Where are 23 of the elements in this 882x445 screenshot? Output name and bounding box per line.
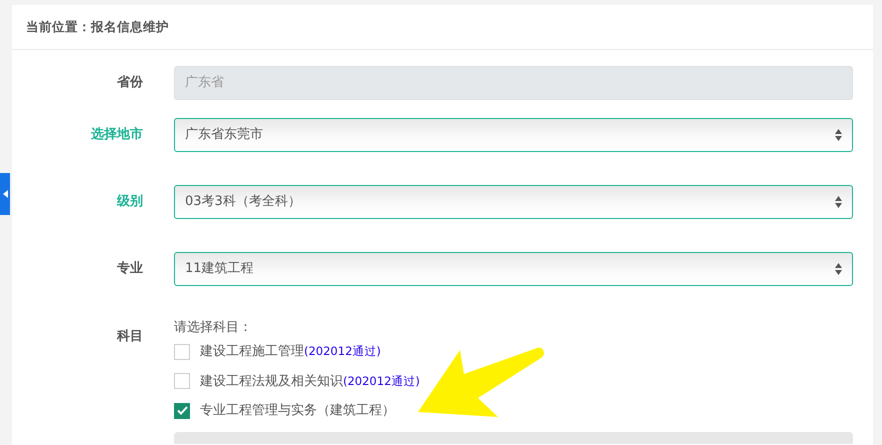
field-label: 专业 xyxy=(116,260,143,278)
sidebar-toggle-button[interactable] xyxy=(0,173,10,215)
field-label: 省份 xyxy=(116,74,143,92)
field-label: 选择地市 xyxy=(90,126,143,144)
prompt-text: 请选择科目： xyxy=(174,319,253,337)
field-label: 科目 xyxy=(116,328,143,346)
checkbox-label: 专业工程管理与实务（建筑工程） xyxy=(200,402,395,420)
input-field: 广东省 xyxy=(174,66,853,100)
checkbox[interactable] xyxy=(174,402,190,419)
caret-icon xyxy=(2,190,8,198)
checkbox-label: 建设工程法规及相关知识(202012通过) xyxy=(200,372,420,390)
breadcrumb-text: 当前位置：报名信息维护 xyxy=(12,5,873,50)
checkbox[interactable] xyxy=(174,373,190,390)
checkbox-label: 建设工程施工管理(202012通过) xyxy=(200,343,381,361)
checkbox[interactable] xyxy=(174,344,190,360)
sort-caret-icon xyxy=(835,263,842,275)
select-field[interactable]: 11建筑工程 xyxy=(174,252,853,286)
field-label: 级别 xyxy=(116,193,143,212)
sort-caret-icon xyxy=(835,196,842,208)
select-field[interactable]: 广东省东莞市 xyxy=(174,118,853,152)
input-field[interactable] xyxy=(174,432,853,444)
sort-caret-icon xyxy=(835,129,842,141)
select-field[interactable]: 03考3科（考全科） xyxy=(174,185,853,219)
